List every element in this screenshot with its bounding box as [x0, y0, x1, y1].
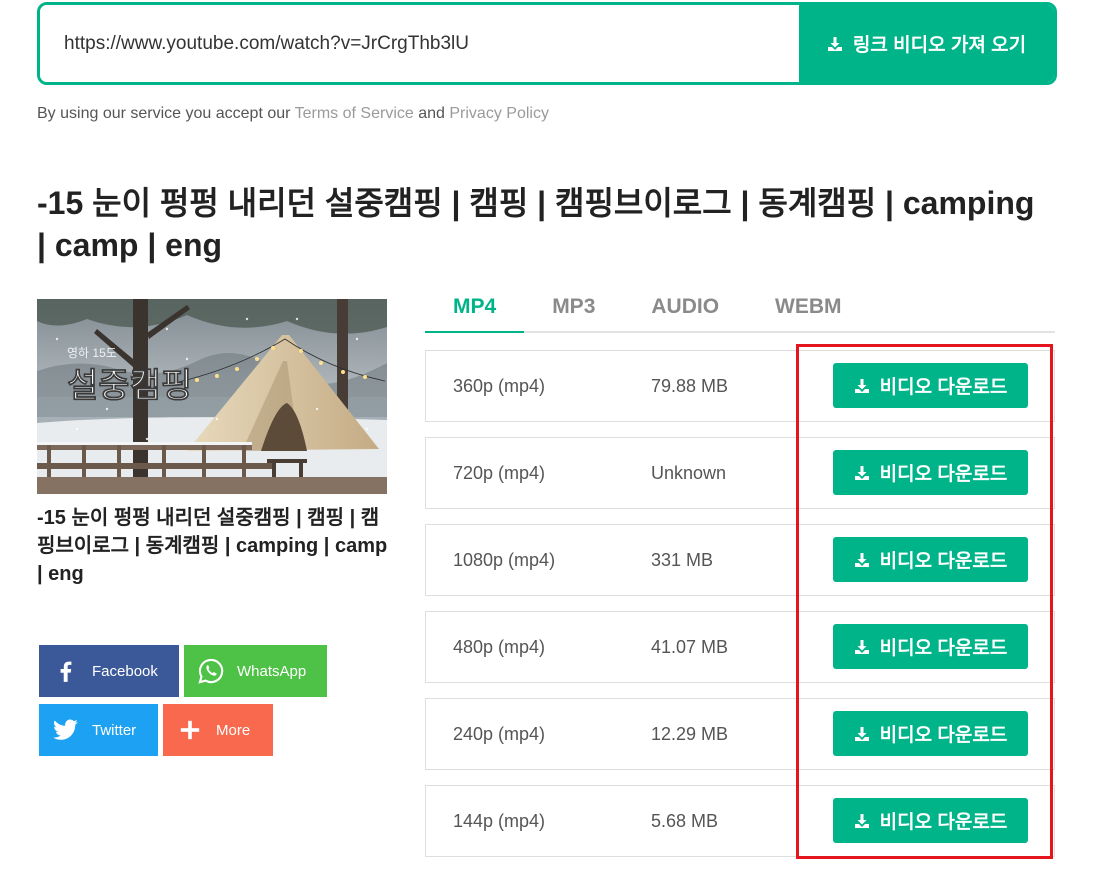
download-icon [854, 813, 870, 829]
terms-prefix: By using our service you accept our [37, 105, 291, 122]
thumbnail-overlay-large-text: 설중캠핑 [67, 367, 192, 405]
download-row: 240p (mp4) 12.29 MB 비디오 다운로드 [425, 698, 1055, 770]
download-row: 720p (mp4) Unknown 비디오 다운로드 [425, 437, 1055, 509]
facebook-icon [52, 657, 80, 685]
share-twitter-label: Twitter [92, 721, 137, 739]
quality-label: 144p (mp4) [453, 811, 546, 831]
file-size: 331 MB [651, 550, 714, 570]
quality-label: 720p (mp4) [453, 463, 546, 483]
terms-notice: By using our service you accept our Term… [37, 103, 549, 125]
fetch-video-button[interactable]: 링크 비디오 가져 오기 [799, 5, 1054, 82]
tab-mp3[interactable]: MP3 [524, 282, 623, 331]
privacy-policy-link[interactable]: Privacy Policy [449, 105, 549, 122]
download-icon [854, 639, 870, 655]
download-video-button[interactable]: 비디오 다운로드 [833, 537, 1028, 582]
download-video-button[interactable]: 비디오 다운로드 [833, 711, 1028, 756]
download-button-label: 비디오 다운로드 [879, 551, 1008, 572]
download-row: 144p (mp4) 5.68 MB 비디오 다운로드 [425, 785, 1055, 857]
share-more-button[interactable]: More [163, 704, 273, 756]
share-more-label: More [216, 721, 251, 739]
download-video-button[interactable]: 비디오 다운로드 [833, 363, 1028, 408]
download-row: 360p (mp4) 79.88 MB 비디오 다운로드 [425, 350, 1055, 422]
download-button-label: 비디오 다운로드 [879, 377, 1008, 398]
whatsapp-icon [197, 657, 225, 685]
download-video-button[interactable]: 비디오 다운로드 [833, 798, 1028, 843]
url-search-form: 링크 비디오 가져 오기 [37, 2, 1057, 85]
download-icon [854, 378, 870, 394]
download-list: 360p (mp4) 79.88 MB 비디오 다운로드 720p (mp4) … [425, 350, 1055, 872]
share-facebook-button[interactable]: Facebook [39, 645, 179, 697]
share-facebook-label: Facebook [92, 662, 158, 680]
download-row: 1080p (mp4) 331 MB 비디오 다운로드 [425, 524, 1055, 596]
fetch-video-label: 링크 비디오 가져 오기 [852, 35, 1027, 56]
video-caption: -15 눈이 펑펑 내리던 설중캠핑 | 캠핑 | 캠핑브이로그 | 동계캠핑 … [37, 507, 388, 585]
file-size: Unknown [651, 463, 727, 483]
quality-label: 240p (mp4) [453, 724, 546, 744]
download-button-label: 비디오 다운로드 [879, 725, 1008, 746]
download-video-button[interactable]: 비디오 다운로드 [833, 624, 1028, 669]
download-button-label: 비디오 다운로드 [879, 464, 1008, 485]
file-size: 79.88 MB [651, 376, 729, 396]
quality-label: 360p (mp4) [453, 376, 546, 396]
quality-label: 480p (mp4) [453, 637, 546, 657]
twitter-icon [52, 716, 80, 744]
share-whatsapp-label: WhatsApp [237, 662, 307, 680]
tab-mp4[interactable]: MP4 [425, 282, 525, 333]
share-whatsapp-button[interactable]: WhatsApp [184, 645, 327, 697]
format-tabs: MP4 MP3 AUDIO WEBM [425, 282, 1055, 333]
quality-label: 1080p (mp4) [453, 550, 556, 570]
download-button-label: 비디오 다운로드 [879, 638, 1008, 659]
tab-audio[interactable]: AUDIO [623, 282, 747, 331]
file-size: 41.07 MB [651, 637, 729, 657]
tab-webm[interactable]: WEBM [747, 282, 870, 331]
download-video-button[interactable]: 비디오 다운로드 [833, 450, 1028, 495]
file-size: 5.68 MB [651, 811, 719, 831]
file-size: 12.29 MB [651, 724, 729, 744]
download-icon [854, 726, 870, 742]
share-twitter-button[interactable]: Twitter [39, 704, 158, 756]
url-input[interactable] [40, 5, 799, 82]
download-button-label: 비디오 다운로드 [879, 812, 1008, 833]
video-thumbnail: 영하 15도 설중캠핑 [37, 299, 387, 494]
plus-icon [176, 716, 204, 744]
download-icon [827, 36, 843, 52]
terms-conjunction: and [418, 105, 445, 122]
video-title: -15 눈이 펑펑 내리던 설중캠핑 | 캠핑 | 캠핑브이로그 | 동계캠핑 … [37, 185, 1035, 263]
thumbnail-overlay-small-text: 영하 15도 [67, 346, 117, 360]
terms-of-service-link[interactable]: Terms of Service [295, 105, 414, 122]
download-row: 480p (mp4) 41.07 MB 비디오 다운로드 [425, 611, 1055, 683]
download-icon [854, 465, 870, 481]
download-icon [854, 552, 870, 568]
